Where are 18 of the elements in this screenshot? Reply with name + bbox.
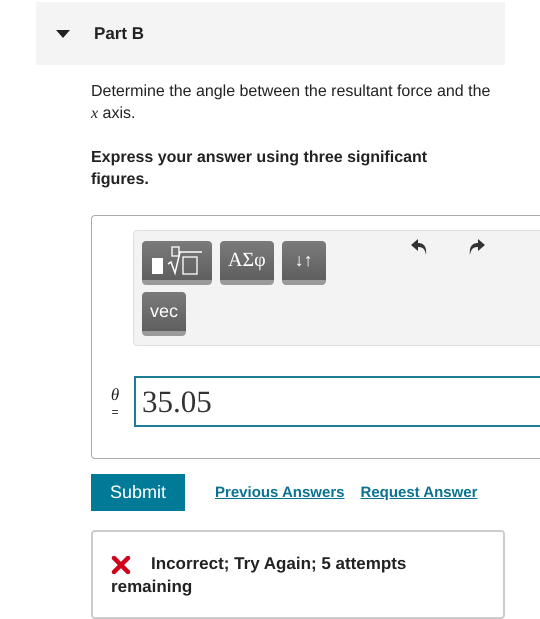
part-header[interactable]: Part B [36, 2, 505, 65]
answer-link[interactable]: Request Answer [360, 484, 478, 501]
feedback-text: Incorrect; Try Again; 5 attempts [151, 553, 406, 575]
submit-button[interactable]: Submit [91, 474, 185, 511]
answer-field[interactable]: 35.05 [134, 376, 540, 427]
question-text: Determine the angle between the resultant force and the x axis. [91, 82, 491, 124]
feedback-text: remaining [111, 576, 192, 598]
math-button[interactable]: ↓↑ [282, 241, 326, 285]
equals-sign: = [111, 404, 118, 418]
collapse-triangle-icon[interactable] [56, 28, 70, 38]
math-button[interactable]: vec [142, 292, 186, 336]
part-title: Part B [94, 24, 144, 44]
root-template-icon [150, 246, 204, 276]
template-button[interactable] [142, 241, 212, 285]
instruction-text: Express your answer using three significant figures. [91, 148, 428, 190]
variable-label: θ [110, 384, 120, 404]
math-button[interactable]: ΑΣφ [220, 241, 274, 285]
answer-link[interactable]: Previous Answers [215, 484, 344, 501]
